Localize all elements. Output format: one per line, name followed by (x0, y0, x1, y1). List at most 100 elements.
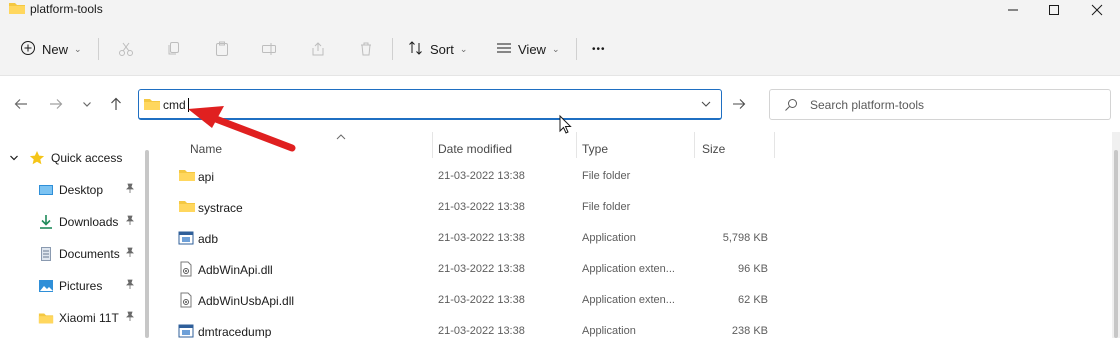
view-label: View (518, 41, 546, 57)
rename-button[interactable] (258, 38, 280, 60)
arrow-up-icon (111, 97, 121, 110)
divider (392, 38, 393, 60)
sort-button[interactable]: Sort ⌄ (408, 36, 467, 62)
file-list-scrollbar-thumb[interactable] (1114, 150, 1118, 338)
file-date: 21-03-2022 13:38 (438, 325, 525, 337)
plus-circle-icon (20, 40, 36, 59)
window-title: platform-tools (30, 2, 103, 16)
new-label: New (42, 41, 69, 57)
back-button[interactable] (10, 93, 32, 115)
recent-locations-button[interactable] (76, 93, 98, 115)
folder-icon (143, 97, 161, 114)
application-icon (178, 323, 194, 338)
divider (576, 38, 577, 60)
sidebar-scrollbar[interactable] (145, 150, 149, 338)
column-header-size[interactable]: Size (696, 137, 774, 161)
address-dropdown-button[interactable] (699, 97, 713, 111)
scissors-icon (119, 42, 133, 56)
table-row[interactable]: api 21-03-2022 13:38 File folder (170, 161, 790, 192)
application-icon (178, 230, 194, 246)
cut-button[interactable] (115, 38, 137, 60)
search-box[interactable] (769, 89, 1111, 120)
new-button[interactable]: New ⌄ (20, 36, 82, 62)
file-date: 21-03-2022 13:38 (438, 201, 525, 213)
sidebar-item-xiaomi-11t[interactable]: Xiaomi 11T (0, 305, 145, 331)
sidebar-item-downloads[interactable]: Downloads (0, 209, 145, 235)
paste-button[interactable] (211, 38, 233, 60)
chevron-down-icon (83, 102, 91, 107)
column-label: Date modified (438, 142, 513, 156)
more-options-button[interactable]: ••• (592, 36, 606, 62)
sidebar-item-pictures[interactable]: Pictures (0, 273, 145, 299)
trash-icon (361, 42, 371, 56)
table-row[interactable]: AdbWinUsbApi.dll 21-03-2022 13:38 Applic… (170, 285, 790, 316)
file-date: 21-03-2022 13:38 (438, 294, 525, 306)
file-size: 238 KB (731, 325, 768, 337)
file-type: Application (582, 325, 636, 337)
sidebar-item-label: Quick access (51, 151, 123, 165)
delete-button[interactable] (355, 38, 377, 60)
divider (98, 38, 99, 60)
maximize-button[interactable] (1031, 0, 1077, 20)
forward-button[interactable] (45, 93, 67, 115)
pin-icon (125, 183, 135, 196)
sidebar-item-desktop[interactable]: Desktop (0, 177, 145, 203)
folder-icon (178, 168, 195, 184)
up-button[interactable] (105, 93, 127, 115)
text-cursor (188, 98, 189, 112)
file-list: Name Date modified Type Size api 21-03-2… (150, 132, 1110, 338)
share-button[interactable] (307, 38, 329, 60)
column-header-date-modified[interactable]: Date modified (432, 137, 576, 161)
navigation-bar (0, 76, 1120, 132)
column-divider[interactable] (774, 132, 775, 158)
chevron-down-icon (701, 101, 711, 107)
dll-file-icon (178, 261, 194, 277)
pin-icon (125, 279, 135, 292)
download-icon (38, 214, 54, 230)
table-row[interactable]: dmtracedump 21-03-2022 13:38 Application… (170, 316, 790, 338)
search-input[interactable] (810, 97, 1100, 113)
file-name: AdbWinUsbApi.dll (198, 294, 295, 308)
go-button[interactable] (728, 93, 750, 115)
pin-icon (125, 215, 135, 228)
file-type: File folder (582, 170, 631, 182)
address-bar[interactable] (138, 89, 722, 120)
arrow-right-icon (50, 99, 63, 109)
sidebar-item-documents[interactable]: Documents (0, 241, 145, 267)
arrow-left-icon (14, 99, 27, 109)
file-type: File folder (582, 201, 631, 213)
address-input[interactable] (163, 97, 683, 113)
file-type: Application exten... (582, 294, 675, 306)
share-icon (312, 42, 324, 56)
sidebar-item-label: Documents (59, 247, 120, 261)
pin-icon (125, 247, 135, 260)
view-list-icon (496, 40, 512, 59)
clipboard-icon (216, 41, 228, 56)
column-divider[interactable] (694, 132, 695, 158)
table-row[interactable]: systrace 21-03-2022 13:38 File folder (170, 192, 790, 223)
folder-icon (8, 1, 26, 18)
search-icon (784, 98, 798, 115)
table-row[interactable]: AdbWinApi.dll 21-03-2022 13:38 Applicati… (170, 254, 790, 285)
folder-icon (178, 199, 195, 215)
folder-icon (38, 310, 54, 326)
sort-ascending-icon (336, 133, 346, 144)
column-header-type[interactable]: Type (576, 137, 694, 161)
file-size: 96 KB (738, 263, 768, 275)
arrow-right-icon (733, 99, 746, 109)
minimize-button[interactable] (990, 0, 1036, 20)
file-name: api (198, 170, 215, 184)
more-icon: ••• (592, 43, 606, 55)
document-icon (38, 246, 54, 262)
copy-icon (168, 42, 179, 55)
file-name: AdbWinApi.dll (198, 263, 273, 277)
sidebar-item-label: Downloads (59, 215, 119, 229)
column-header-name[interactable]: Name (184, 134, 432, 161)
close-button[interactable] (1074, 0, 1120, 20)
copy-button[interactable] (163, 38, 185, 60)
file-name: adb (198, 232, 219, 246)
sidebar-item-quick-access[interactable]: Quick access (0, 145, 145, 171)
chevron-down-icon: ⌄ (551, 43, 560, 54)
table-row[interactable]: adb 21-03-2022 13:38 Application 5,798 K… (170, 223, 790, 254)
view-button[interactable]: View ⌄ (496, 36, 560, 62)
